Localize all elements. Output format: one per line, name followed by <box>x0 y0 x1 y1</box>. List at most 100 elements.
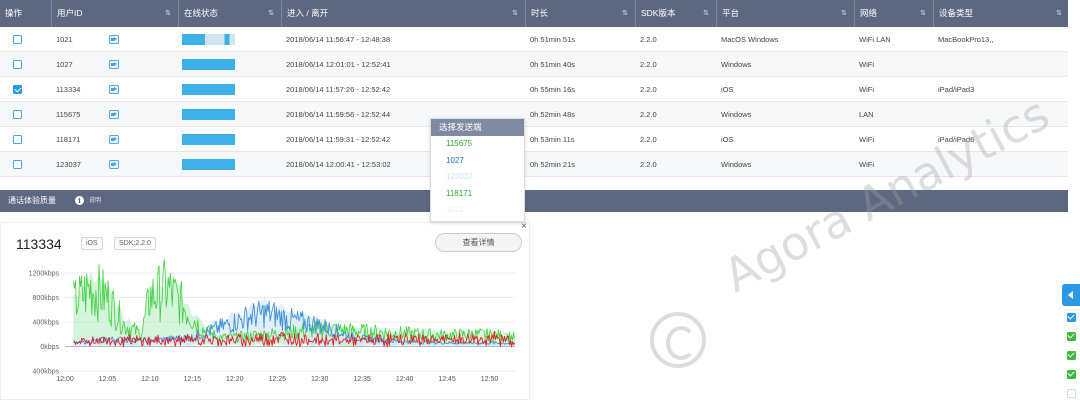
uid-cell: 118171 <box>56 135 81 144</box>
row-checkbox[interactable] <box>13 85 22 94</box>
uid-cell: 1021 <box>56 35 73 44</box>
sender-option[interactable]: 115675 <box>431 136 524 153</box>
y-tick-label: 1200kbps <box>29 271 60 278</box>
row-checkbox[interactable] <box>13 160 22 169</box>
series-toggle-checkbox[interactable] <box>1067 313 1076 322</box>
sort-icon[interactable]: ⇅ <box>512 0 518 27</box>
x-tick-label: 12:25 <box>268 376 286 383</box>
x-tick-label: 12:50 <box>481 376 499 383</box>
device-cell: iPad/iPad3 <box>938 85 975 94</box>
sender-select-popup: 选择发送端 115675 1027 123037 118171 1021 <box>430 118 525 222</box>
time-cell: 2018/06/14 11:56:47 - 12:48:38 <box>286 35 391 44</box>
y-tick-label: 0kbps <box>40 344 59 351</box>
y-tick-label: 800kbps <box>33 295 60 302</box>
duration-cell: 0h 53min 11s <box>530 135 575 144</box>
info-icon[interactable]: i <box>75 196 84 205</box>
series-toggle-checkbox[interactable] <box>1067 351 1076 360</box>
table-row[interactable]: 1021 2018/06/14 11:56:47 - 12:48:38 0h 51m… <box>0 27 1068 52</box>
table-row[interactable]: 118171 2018/06/14 11:59:31 - 12:52:42 0h 5… <box>0 127 1068 152</box>
column-header-label: 用户ID <box>57 8 83 18</box>
column-header-status[interactable]: 在线状态 ⇅ <box>178 0 280 27</box>
sdk-cell: 2.2.0 <box>640 35 657 44</box>
uid-cell: 1027 <box>56 60 73 69</box>
sort-icon[interactable]: ⇅ <box>268 0 274 27</box>
network-cell: LAN <box>859 110 874 119</box>
sort-icon[interactable]: ⇅ <box>841 0 847 27</box>
sender-option[interactable]: 123037 <box>431 169 524 186</box>
column-header-label: 进入 / 离开 <box>287 8 329 18</box>
online-status-bar <box>182 59 235 70</box>
uid-cell: 113334 <box>56 85 81 94</box>
row-checkbox[interactable] <box>13 135 22 144</box>
close-icon[interactable]: × <box>521 221 527 232</box>
network-cell: WiFi <box>859 60 874 69</box>
sort-icon[interactable]: ⇅ <box>920 0 926 27</box>
column-header-device[interactable]: 设备类型 ⇅ <box>933 0 1068 27</box>
sort-icon[interactable]: ⇅ <box>165 0 171 27</box>
sort-icon[interactable]: ⇅ <box>622 0 628 27</box>
agora-logo-icon <box>650 312 706 368</box>
uid-cell: 115675 <box>56 110 81 119</box>
uid-cell: 123037 <box>56 160 82 169</box>
column-header-action[interactable]: 操作 <box>0 0 50 27</box>
sdk-cell: 2.2.0 <box>640 160 657 169</box>
sdk-cell: 2.2.0 <box>640 135 657 144</box>
series-toggle-checkbox[interactable] <box>1067 370 1076 379</box>
speaker-icon[interactable] <box>109 160 119 169</box>
online-status-bar <box>182 134 235 145</box>
online-status-bar <box>182 109 235 120</box>
duration-cell: 0h 55min 16s <box>530 85 576 94</box>
network-cell: WiFi LAN <box>859 35 891 44</box>
online-status-bar <box>182 159 235 170</box>
column-header-duration[interactable]: 时长 ⇅ <box>525 0 634 27</box>
table-row[interactable]: 113334 2018/06/14 11:57:26 - 12:52:42 0h 5… <box>0 77 1068 102</box>
speaker-icon[interactable] <box>109 60 119 69</box>
column-header-time[interactable]: 进入 / 离开 ⇅ <box>281 0 524 27</box>
panel-title: 通话体验质量 <box>8 196 56 205</box>
y-tick-label: 400kbps <box>33 320 60 327</box>
sdk-cell: 2.2.0 <box>640 110 657 119</box>
speaker-icon[interactable] <box>109 110 119 119</box>
help-link[interactable]: 说明 <box>89 190 101 212</box>
sort-icon[interactable]: ⇅ <box>703 0 709 27</box>
x-tick-label: 12:45 <box>438 376 456 383</box>
table-row[interactable]: 115675 2018/06/14 11:59:56 - 12:52:44 0h 5… <box>0 102 1068 127</box>
column-header-uid[interactable]: 用户ID ⇅ <box>51 0 177 27</box>
online-status-bar <box>182 34 235 45</box>
row-checkbox[interactable] <box>13 60 22 69</box>
platform-cell: iOS <box>721 135 734 144</box>
time-cell: 2018/06/14 12:00:41 - 12:53:02 <box>286 160 391 169</box>
x-tick-label: 12:10 <box>141 376 159 383</box>
network-cell: WiFi <box>859 85 874 94</box>
sender-option[interactable]: 118171 <box>431 186 524 203</box>
series-toggle-checkbox[interactable] <box>1067 389 1076 398</box>
speaker-icon[interactable] <box>109 85 119 94</box>
row-checkbox[interactable] <box>13 35 22 44</box>
online-status-bar <box>182 84 235 95</box>
column-header-platform[interactable]: 平台 ⇅ <box>716 0 853 27</box>
x-tick-label: 12:20 <box>226 376 244 383</box>
time-cell: 2018/06/14 11:57:26 - 12:52:42 <box>286 85 391 94</box>
column-header-label: 网络 <box>860 8 878 18</box>
platform-cell: iOS <box>721 85 734 94</box>
platform-cell: MacOS Windows <box>721 35 779 44</box>
column-header-network[interactable]: 网络 ⇅ <box>854 0 932 27</box>
sdk-cell: 2.2.0 <box>640 85 657 94</box>
column-header-sdk[interactable]: SDK版本 ⇅ <box>635 0 715 27</box>
time-cell: 2018/06/14 11:59:31 - 12:52:42 <box>286 135 391 144</box>
column-header-label: 时长 <box>531 8 549 18</box>
platform-cell: Windows <box>721 110 752 119</box>
sort-icon[interactable]: ⇅ <box>1056 0 1062 27</box>
collapse-panel-tab[interactable] <box>1062 284 1080 306</box>
row-checkbox[interactable] <box>13 110 22 119</box>
speaker-icon[interactable] <box>109 35 119 44</box>
sender-option[interactable]: 1027 <box>431 153 524 170</box>
speaker-icon[interactable] <box>109 135 119 144</box>
device-cell: MacBookPro13,, <box>938 35 994 44</box>
x-tick-label: 12:40 <box>396 376 414 383</box>
series-toggle-checkbox[interactable] <box>1067 332 1076 341</box>
sender-option[interactable]: 1021 <box>431 202 524 219</box>
time-cell: 2018/06/14 11:59:56 - 12:52:44 <box>286 110 391 119</box>
bitrate-chart: 1200kbps800kbps400kbps0kbps400kbps12:00 1… <box>29 259 516 383</box>
table-row[interactable]: 1027 2018/06/14 12:01:01 - 12:52:41 0h 51m… <box>0 52 1068 77</box>
